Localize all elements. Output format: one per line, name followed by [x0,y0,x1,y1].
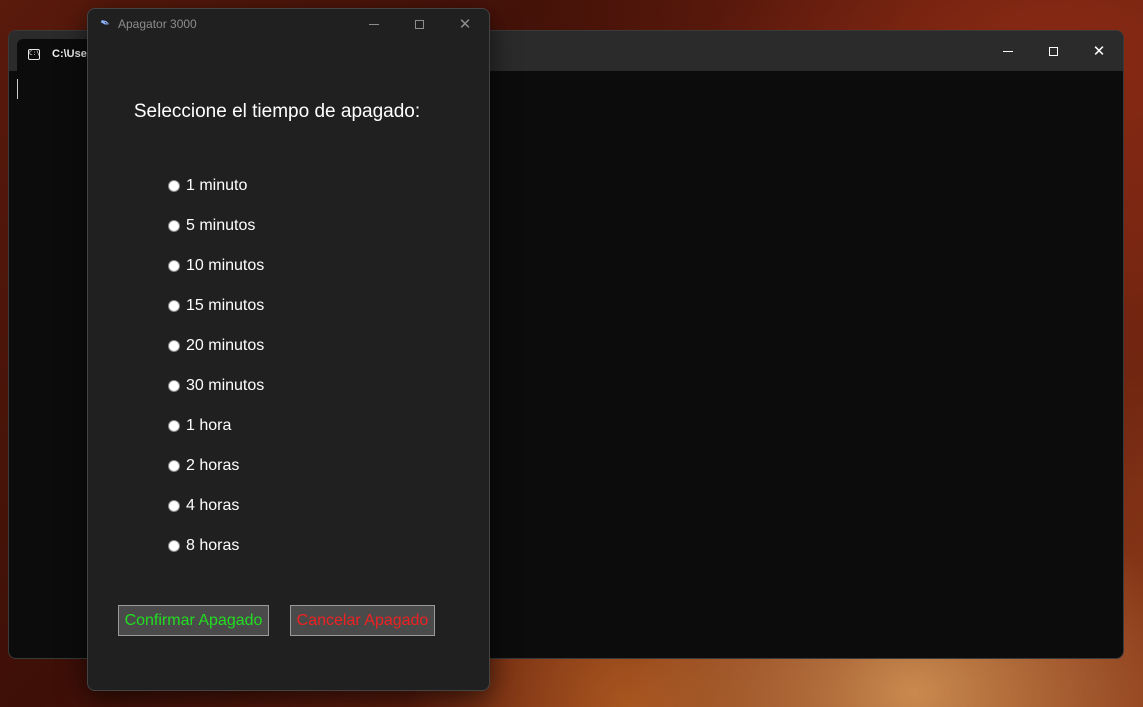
radio-option-30-minutos[interactable]: 30 minutos [168,375,264,397]
radio-button[interactable] [168,180,180,192]
radio-option-label: 4 horas [186,497,240,514]
radio-option-20-minutos[interactable]: 20 minutos [168,335,264,357]
radio-option-label: 1 hora [186,417,232,434]
close-icon: ✕ [1092,41,1106,60]
minimize-icon [369,23,379,25]
radio-button[interactable] [168,260,180,272]
radio-option-label: 1 minuto [186,177,248,194]
minimize-button[interactable] [352,9,396,39]
cmd-icon: C:\ [28,49,40,60]
radio-option-label: 5 minutos [186,217,256,234]
close-button[interactable]: ✕ [443,9,487,39]
radio-option-15-minutos[interactable]: 15 minutos [168,295,264,317]
radio-button[interactable] [168,220,180,232]
terminal-close-button[interactable]: ✕ [1076,36,1122,66]
radio-option-5-minutos[interactable]: 5 minutos [168,215,255,237]
radio-option-label: 2 horas [186,457,240,474]
maximize-icon [1048,46,1058,56]
radio-option-label: 8 horas [186,537,240,554]
radio-option-4-horas[interactable]: 4 horas [168,495,239,517]
minimize-icon [1003,50,1013,52]
maximize-icon [414,19,424,29]
apagator-window: ✒ Apagator 3000 ✕ Seleccione el tiempo d… [87,8,490,691]
radio-option-label: 10 minutos [186,257,265,274]
radio-button[interactable] [168,460,180,472]
window-title: Apagator 3000 [118,17,197,31]
close-icon: ✕ [458,14,472,33]
text-cursor [17,79,18,99]
confirm-shutdown-button[interactable]: Confirmar Apagado [118,605,269,636]
maximize-button[interactable] [397,9,441,39]
radio-option-1-hora[interactable]: 1 hora [168,415,231,437]
feather-icon: ✒ [97,14,113,32]
radio-option-10-minutos[interactable]: 10 minutos [168,255,264,277]
terminal-tab-title: C:\Use [52,48,87,60]
radio-option-label: 30 minutos [186,377,265,394]
radio-button[interactable] [168,420,180,432]
cancel-shutdown-button[interactable]: Cancelar Apagado [290,605,435,636]
terminal-minimize-button[interactable] [985,36,1031,66]
radio-button[interactable] [168,540,180,552]
radio-option-label: 20 minutos [186,337,265,354]
radio-button[interactable] [168,500,180,512]
radio-option-1-minuto[interactable]: 1 minuto [168,175,247,197]
page-title: Seleccione el tiempo de apagado: [133,101,421,122]
terminal-maximize-button[interactable] [1030,36,1076,66]
window-titlebar[interactable]: ✒ Apagator 3000 ✕ [88,9,489,39]
radio-button[interactable] [168,300,180,312]
radio-option-8-horas[interactable]: 8 horas [168,535,239,557]
radio-option-label: 15 minutos [186,297,265,314]
radio-button[interactable] [168,340,180,352]
radio-option-2-horas[interactable]: 2 horas [168,455,239,477]
radio-button[interactable] [168,380,180,392]
